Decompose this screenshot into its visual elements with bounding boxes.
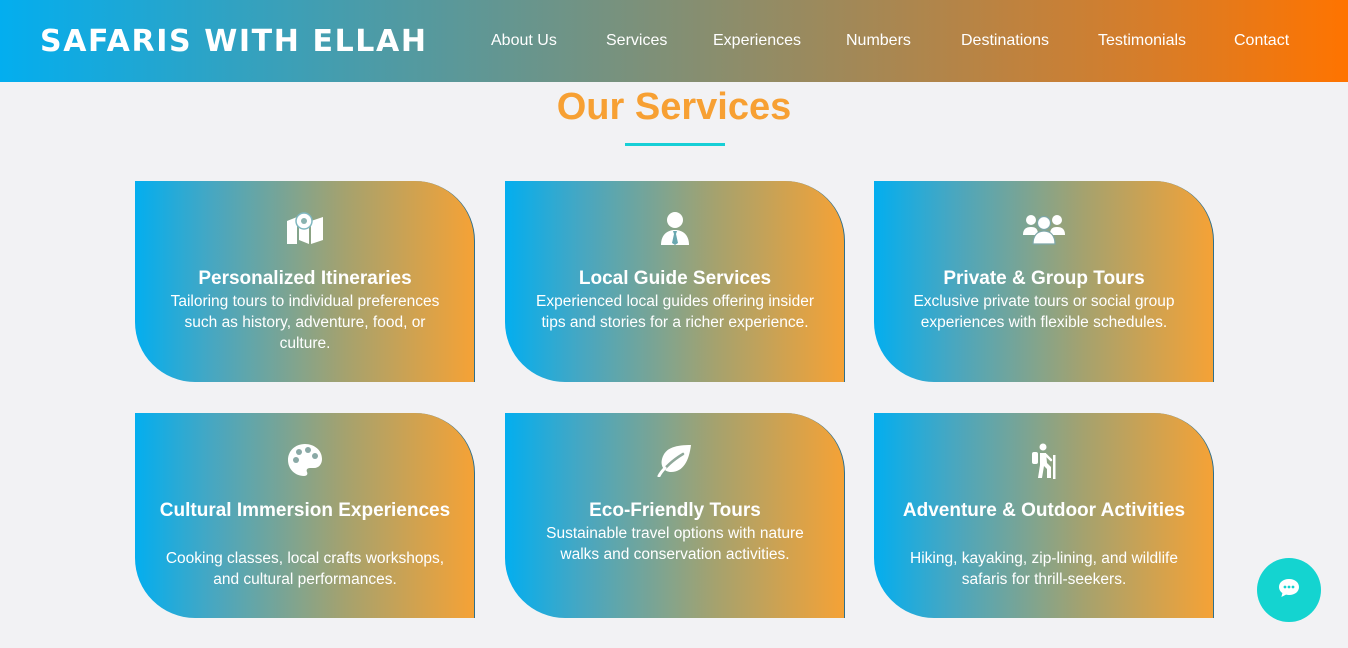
nav-link-testimonials[interactable]: Testimonials [1098, 32, 1186, 50]
leaf-icon [505, 443, 845, 479]
service-card-private-group-tours: Private & Group Tours Exclusive private … [874, 181, 1214, 382]
nav-link-contact[interactable]: Contact [1234, 32, 1289, 50]
title-underline [625, 143, 725, 146]
card-title: Private & Group Tours [943, 268, 1145, 289]
chat-icon [1278, 578, 1300, 603]
user-tie-icon [505, 211, 845, 247]
map-icon [135, 211, 475, 247]
card-title: Local Guide Services [578, 268, 772, 289]
navbar: SAFARIS WITH ELLAH About Us Services Exp… [0, 0, 1348, 82]
section-title: Our Services [556, 86, 792, 128]
palette-icon [135, 443, 475, 479]
card-title: Adventure & Outdoor Activities [902, 500, 1186, 521]
service-card-local-guide-services: Local Guide Services Experienced local g… [505, 181, 845, 382]
service-card-eco-friendly-tours: Eco-Friendly Tours Sustainable travel op… [505, 413, 845, 618]
service-card-cultural-immersion: Cultural Immersion Experiences Cooking c… [135, 413, 475, 618]
card-title: Eco-Friendly Tours [589, 500, 761, 521]
card-description: Sustainable travel options with nature w… [546, 525, 804, 563]
card-description: Cooking classes, local crafts workshops,… [165, 550, 445, 588]
card-description: Experienced local guides offering inside… [535, 293, 815, 331]
nav-link-destinations[interactable]: Destinations [961, 32, 1049, 50]
service-card-personalized-itineraries: Personalized Itineraries Tailoring tours… [135, 181, 475, 382]
nav-link-about-us[interactable]: About Us [491, 32, 557, 50]
hiking-icon [874, 443, 1214, 479]
chat-button[interactable] [1257, 558, 1321, 622]
card-title: Personalized Itineraries [198, 268, 412, 289]
users-icon [874, 211, 1214, 247]
card-description: Hiking, kayaking, zip-lining, and wildli… [910, 550, 1178, 588]
nav-link-experiences[interactable]: Experiences [713, 32, 801, 50]
card-title: Cultural Immersion Experiences [159, 500, 451, 521]
card-description: Tailoring tours to individual preference… [170, 293, 440, 352]
nav-links: About Us Services Experiences Numbers De… [0, 0, 1348, 82]
nav-link-services[interactable]: Services [606, 32, 667, 50]
nav-link-numbers[interactable]: Numbers [846, 32, 911, 50]
card-description: Exclusive private tours or social group … [913, 293, 1175, 331]
service-card-adventure-outdoor: Adventure & Outdoor Activities Hiking, k… [874, 413, 1214, 618]
